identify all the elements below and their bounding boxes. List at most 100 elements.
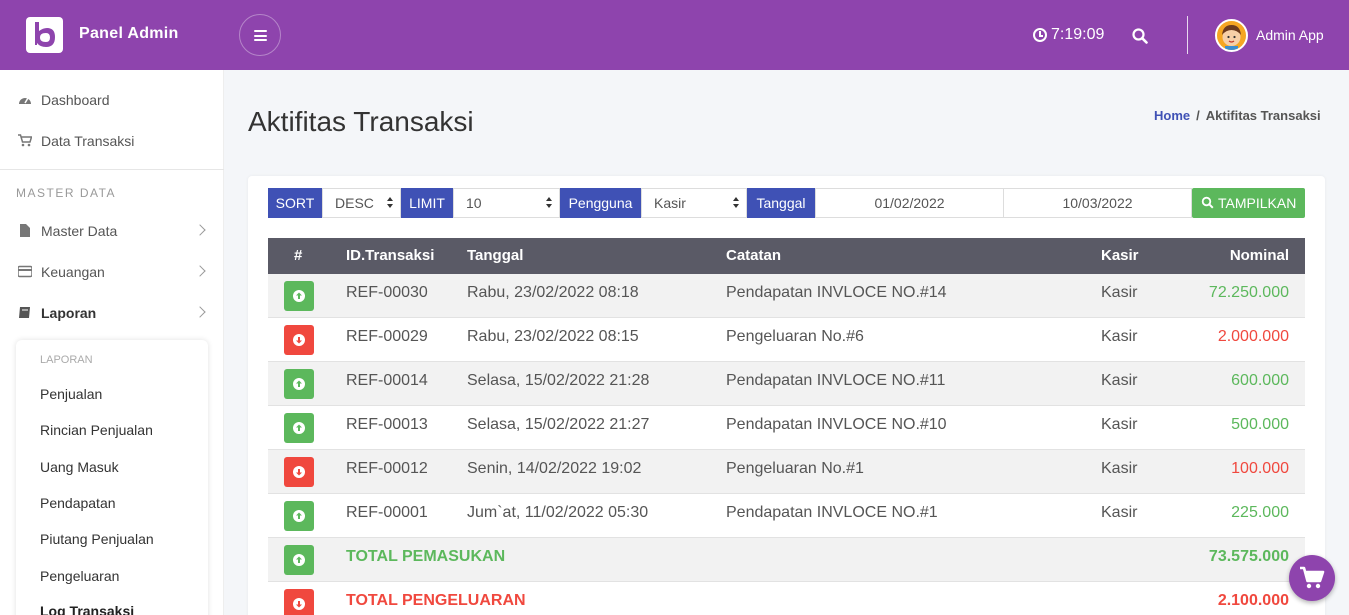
income-badge [284,281,314,311]
submenu-item-piutang-penjualan[interactable]: Piutang Penjualan [40,531,154,547]
cell-cashier: Kasir [1101,284,1138,301]
sidebar-item-label: Data Transaksi [41,133,135,149]
cell-date: Jum`at, 11/02/2022 05:30 [467,504,649,521]
submenu-item-log-transaksi[interactable]: Log Transaksi [40,603,134,615]
navbar-divider [1187,16,1188,54]
clock-time: 7:19:09 [1051,26,1105,43]
sidebar-item-label: Master Data [41,223,118,239]
table-row: REF-00030 Rabu, 23/02/2022 08:18 Pendapa… [268,274,1305,318]
limit-select[interactable]: 10 [453,188,560,218]
sort-select[interactable]: DESC [322,188,401,218]
date-to-input[interactable]: 10/03/2022 [1003,188,1192,218]
menu-toggle-button[interactable] [239,14,281,56]
cell-amount: 500.000 [1231,416,1289,433]
cell-date: Rabu, 23/02/2022 08:18 [467,284,639,301]
search-icon[interactable] [1131,27,1149,45]
sidebar-item-data-transaksi[interactable]: Data Transaksi [0,120,224,160]
page-title: Aktifitas Transaksi [248,106,474,137]
sidebar-heading: MASTER DATA [16,186,117,200]
cell-date: Selasa, 15/02/2022 21:27 [467,416,650,433]
limit-select-value: 10 [466,195,482,211]
submenu-item-penjualan[interactable]: Penjualan [40,386,102,402]
total-expense-row: TOTAL PENGELUARAN 2.100.000 [268,582,1305,615]
sidebar-item-master-data[interactable]: Master Data [0,210,224,250]
arrow-circle-down-icon [293,334,305,346]
date-label: Tanggal [747,188,815,218]
sidebar-item-label: Laporan [41,305,97,321]
cell-id: REF-00001 [346,504,428,521]
col-header-id: ID.Transaksi [346,247,435,264]
table-header: # ID.Transaksi Tanggal Catatan Kasir Nom… [268,238,1305,274]
cart-icon [18,134,32,147]
arrow-circle-up-icon [293,510,305,522]
top-navbar: Panel Admin 7:19:09 Admin App [0,0,1349,70]
cell-date: Selasa, 15/02/2022 21:28 [467,372,650,389]
cell-date: Rabu, 23/02/2022 08:15 [467,328,639,345]
cell-cashier: Kasir [1101,416,1138,433]
submenu-item-uang-masuk[interactable]: Uang Masuk [40,459,119,475]
income-badge [284,501,314,531]
user-select[interactable]: Kasir [641,188,747,218]
hamburger-icon [254,30,267,41]
breadcrumb-home-link[interactable]: Home [1154,108,1190,123]
total-income-row: TOTAL PEMASUKAN 73.575.000 [268,538,1305,582]
cell-cashier: Kasir [1101,372,1138,389]
table-row: REF-00001 Jum`at, 11/02/2022 05:30 Penda… [268,494,1305,538]
expense-badge [284,457,314,487]
laporan-submenu: LAPORAN Penjualan Rincian Penjualan Uang… [16,340,208,615]
cell-id: REF-00014 [346,372,428,389]
col-header-amount: Nominal [1229,247,1289,264]
table-row: REF-00012 Senin, 14/02/2022 19:02 Pengel… [268,450,1305,494]
user-avatar[interactable] [1215,19,1248,52]
file-icon [20,224,30,237]
sidebar-item-dashboard[interactable]: Dashboard [0,79,224,119]
income-badge [284,545,314,575]
cell-id: REF-00012 [346,460,428,477]
total-income-value: 73.575.000 [1208,548,1289,565]
cell-note: Pendapatan INVLOCE NO.#11 [726,372,946,389]
sidebar-item-label: Keuangan [41,264,105,280]
total-income-label: TOTAL PEMASUKAN [346,548,506,565]
user-select-value: Kasir [654,195,686,211]
user-name[interactable]: Admin App [1256,27,1324,43]
show-button[interactable]: TAMPILKAN [1192,188,1305,218]
cart-fab-button[interactable] [1289,555,1335,601]
cell-id: REF-00013 [346,416,428,433]
arrow-circle-down-icon [293,598,305,610]
submenu-item-rincian-penjualan[interactable]: Rincian Penjualan [40,422,153,438]
cell-cashier: Kasir [1101,504,1138,521]
expense-badge [284,325,314,355]
cell-id: REF-00029 [346,328,428,345]
cell-cashier: Kasir [1101,328,1138,345]
sidebar: Dashboard Data Transaksi MASTER DATA Mas… [0,70,224,615]
cell-cashier: Kasir [1101,460,1138,477]
cell-amount: 100.000 [1231,460,1289,477]
date-from-input[interactable]: 01/02/2022 [815,188,1004,218]
submenu-item-pendapatan[interactable]: Pendapatan [40,495,116,511]
submenu-item-pengeluaran[interactable]: Pengeluaran [40,568,119,584]
sidebar-item-laporan[interactable]: Laporan [0,292,224,332]
table-row: REF-00013 Selasa, 15/02/2022 21:27 Penda… [268,406,1305,450]
expense-badge [284,589,314,615]
book-icon [19,307,30,318]
col-header-cashier: Kasir [1101,247,1139,264]
search-icon [1201,196,1214,209]
sort-label: SORT [268,188,322,218]
total-expense-label: TOTAL PENGELUARAN [346,592,526,609]
income-badge [284,413,314,443]
breadcrumb-current: Aktifitas Transaksi [1205,108,1321,123]
cell-note: Pendapatan INVLOCE NO.#10 [726,416,947,433]
breadcrumb: Home / Aktifitas Transaksi [1154,108,1321,123]
submenu-heading: LAPORAN [40,354,93,366]
brand-logo-icon[interactable] [26,17,63,53]
cell-amount: 600.000 [1231,372,1289,389]
cart-icon [1300,566,1325,589]
cell-id: REF-00030 [346,284,428,301]
sidebar-divider [0,169,224,170]
col-header-number: # [294,247,303,264]
table-row: REF-00029 Rabu, 23/02/2022 08:15 Pengelu… [268,318,1305,362]
sidebar-item-keuangan[interactable]: Keuangan [0,251,224,291]
brand-name[interactable]: Panel Admin [79,25,179,43]
cell-amount: 225.000 [1231,504,1289,521]
col-header-date: Tanggal [467,247,524,264]
